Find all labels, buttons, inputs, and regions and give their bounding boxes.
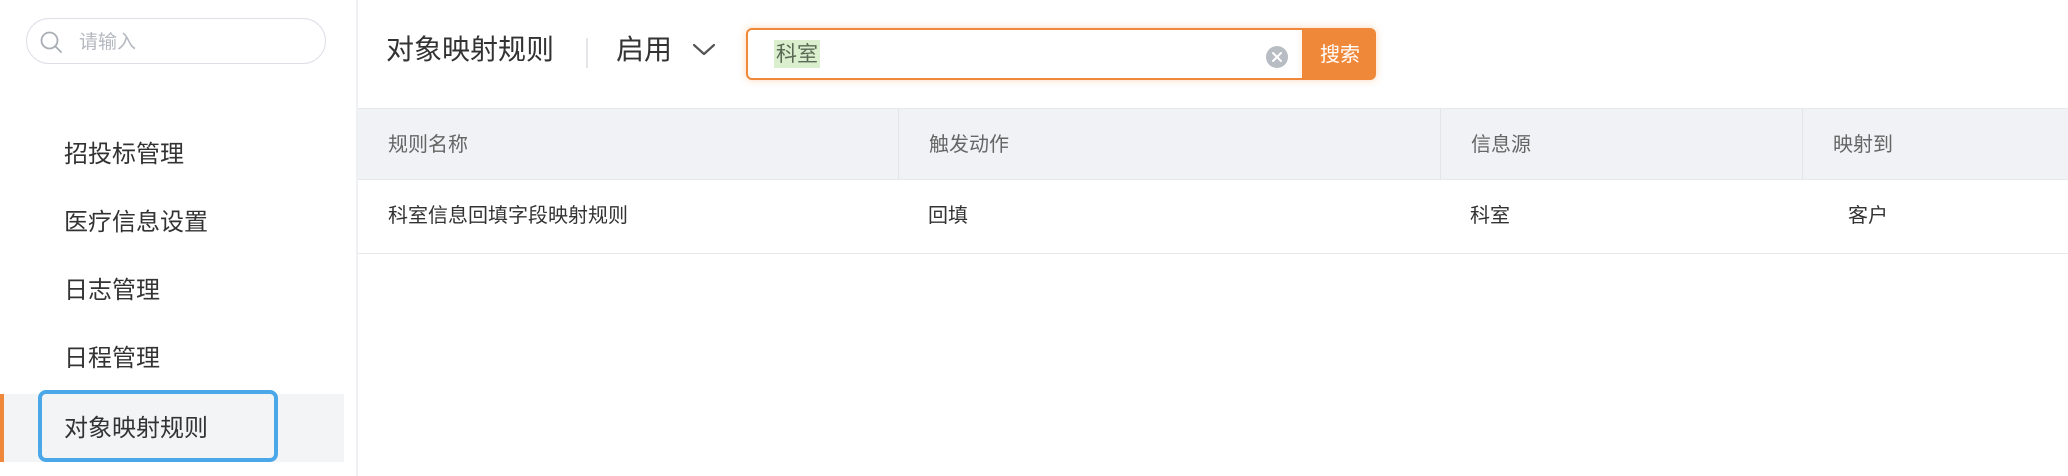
cell-trigger-action: 回填 [928, 203, 968, 227]
rules-table: 规则名称 触发动作 信息源 映射到 科室信息回填字段映射规则 回填 科室 客户 [358, 108, 2068, 254]
column-header-mapped-to[interactable]: 映射到 [1802, 109, 2068, 179]
title-divider [586, 38, 588, 68]
status-filter-dropdown[interactable]: 启用 [616, 30, 716, 70]
page-title: 对象映射规则 [386, 33, 555, 66]
sidebar-search-box[interactable] [26, 18, 326, 64]
sidebar-item-label: 日志管理 [64, 276, 160, 304]
clear-search-button[interactable] [1266, 46, 1288, 68]
sidebar-item-bidding[interactable]: 招投标管理 [0, 120, 344, 188]
cell-rule-name[interactable]: 科室信息回填字段映射规则 [358, 180, 898, 253]
table-row[interactable]: 科室信息回填字段映射规则 回填 科室 客户 [358, 180, 2068, 254]
sidebar: 招投标管理 医疗信息设置 日志管理 日程管理 对象映射规则 [0, 0, 356, 476]
search-input[interactable]: 科室 [746, 28, 1304, 80]
sidebar-item-object-mapping[interactable]: 对象映射规则 [0, 390, 344, 462]
column-header-trigger-action[interactable]: 触发动作 [898, 109, 1440, 179]
active-indicator [0, 394, 4, 462]
table-header: 规则名称 触发动作 信息源 映射到 [358, 108, 2068, 180]
sidebar-item-label: 对象映射规则 [64, 414, 208, 442]
sidebar-item-label: 招投标管理 [64, 140, 184, 168]
search-button[interactable]: 搜索 [1304, 28, 1376, 80]
search-query-text: 科室 [774, 40, 820, 68]
cell-mapped-to: 客户 [1848, 203, 1888, 227]
status-filter-value: 启用 [616, 33, 673, 66]
column-header-source[interactable]: 信息源 [1440, 109, 1802, 179]
sidebar-item-schedule[interactable]: 日程管理 [0, 324, 344, 392]
sidebar-item-medical-info[interactable]: 医疗信息设置 [0, 188, 344, 256]
sidebar-item-logs[interactable]: 日志管理 [0, 256, 344, 324]
sidebar-search-input[interactable] [77, 27, 311, 57]
search-icon [40, 31, 62, 53]
sidebar-item-label: 医疗信息设置 [64, 208, 208, 236]
chevron-down-icon [692, 43, 716, 56]
close-icon [1272, 52, 1282, 62]
sidebar-item-label: 日程管理 [64, 344, 160, 372]
column-header-rule-name[interactable]: 规则名称 [358, 109, 898, 179]
cell-source: 科室 [1470, 203, 1510, 227]
